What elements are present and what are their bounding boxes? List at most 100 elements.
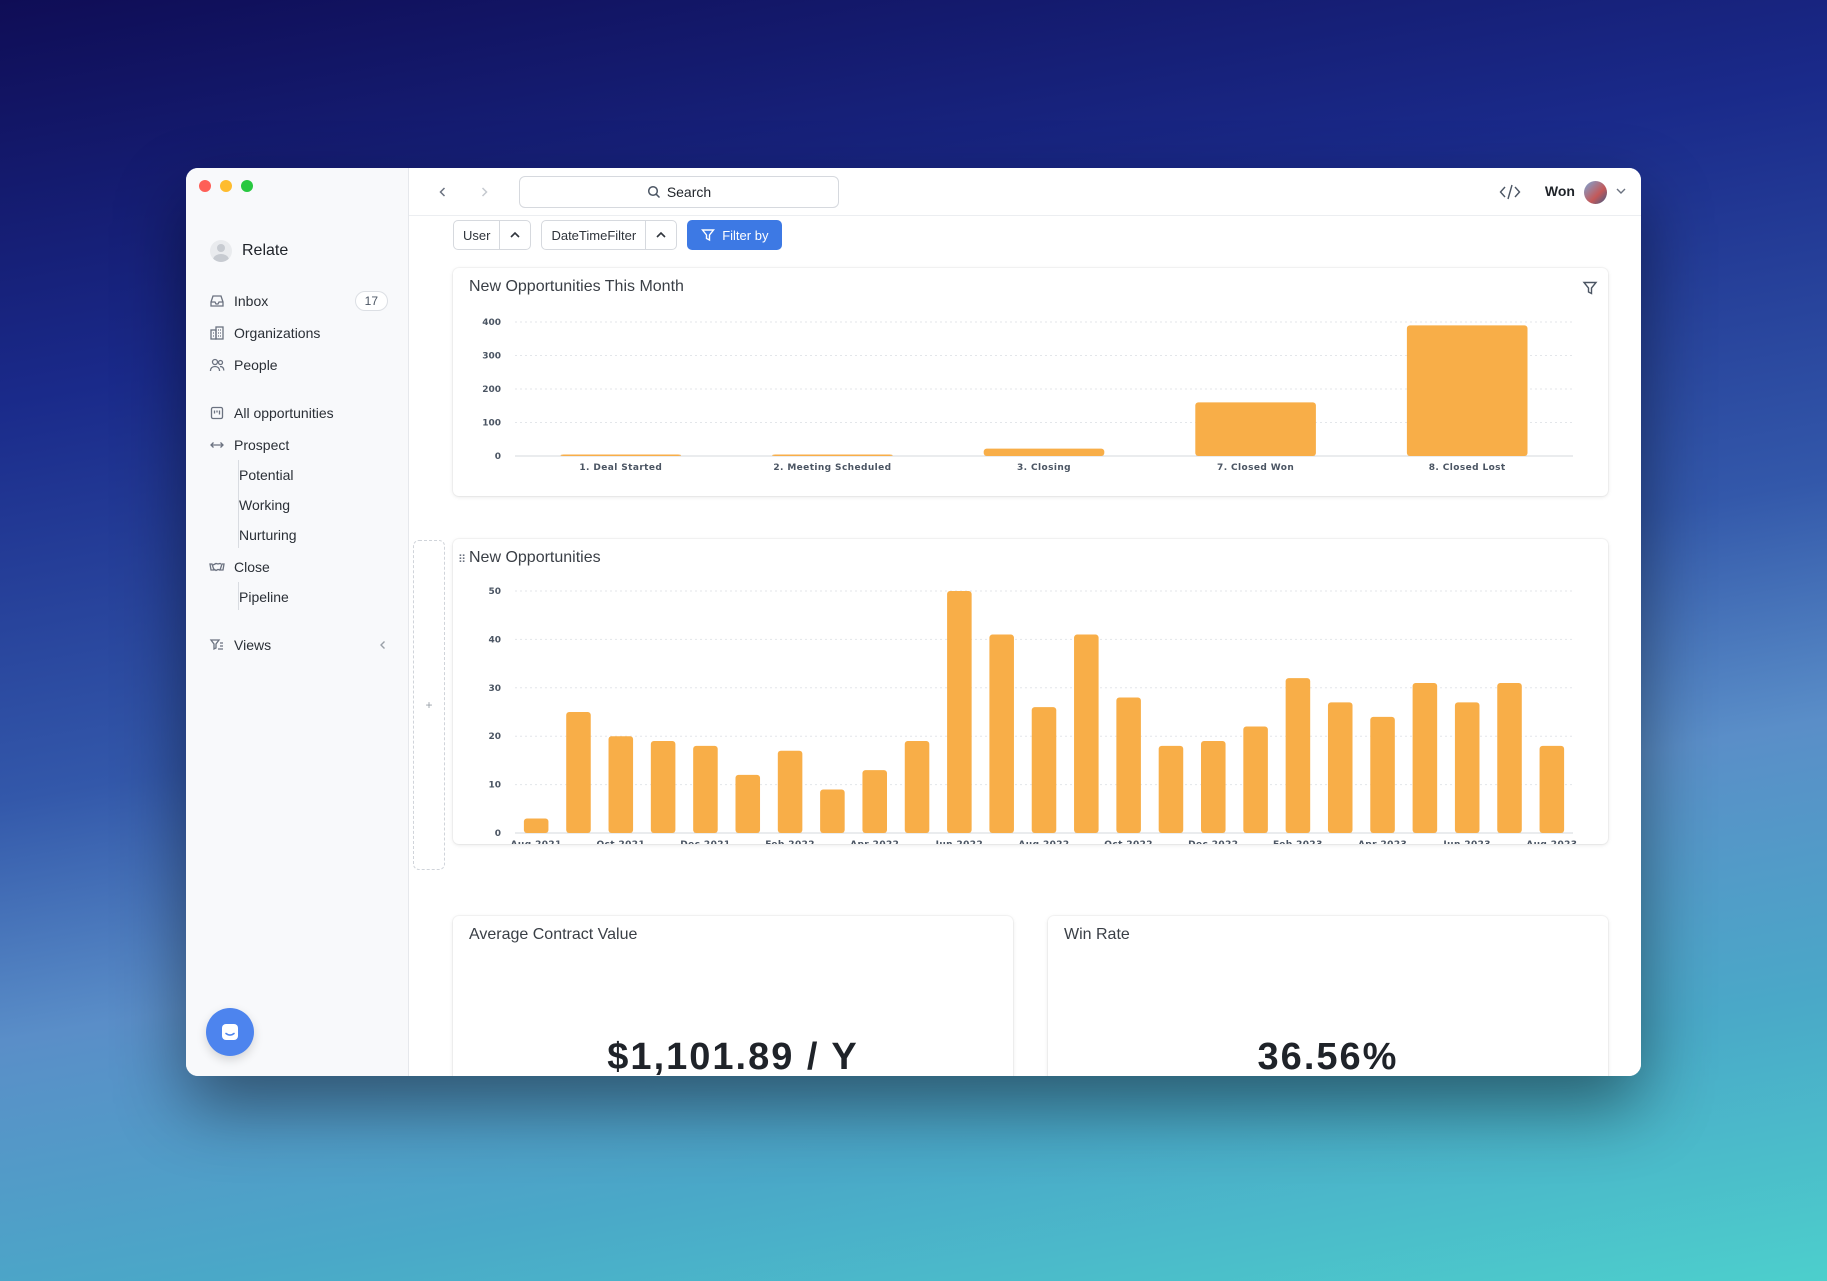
bar[interactable] [777,750,803,833]
x-tick-label: Feb 2022 [765,840,815,844]
bar[interactable] [1074,634,1099,833]
main-content: Search Won User DateTimeFilter Filter by… [409,168,1641,1076]
x-tick-label: Aug 2022 [1018,840,1069,844]
views-filter-icon [208,636,226,654]
workspace-name: Relate [242,242,289,259]
sidebar-item-people[interactable]: People [208,352,388,378]
x-tick-label: Dec 2021 [680,840,730,844]
bar[interactable] [693,745,718,833]
y-tick-label: 100 [482,419,501,429]
bar[interactable] [1497,682,1522,833]
y-tick-label: 20 [488,732,501,742]
y-tick-label: 400 [482,318,501,328]
bar[interactable] [820,789,845,833]
maximize-window-button[interactable] [241,180,253,192]
code-icon[interactable] [1499,182,1521,202]
sidebar-item-all-opportunities[interactable]: All opportunities [208,400,388,426]
card-title: Win Rate [1064,926,1130,943]
bar[interactable] [650,741,676,833]
bar[interactable] [989,634,1014,833]
bar[interactable] [1195,402,1316,456]
bar[interactable] [735,774,761,833]
datetime-filter-toggle[interactable] [646,221,676,249]
close-window-button[interactable] [199,180,211,192]
x-tick-label: 2. Meeting Scheduled [773,463,891,473]
x-tick-label: 3. Closing [1017,463,1071,473]
opportunities-icon [208,404,226,422]
handshake-icon [208,558,226,576]
forward-button[interactable] [474,182,494,202]
bar[interactable] [947,591,972,833]
bar[interactable] [1412,682,1438,833]
chevron-down-icon[interactable] [1615,185,1627,197]
bar[interactable] [1243,726,1268,833]
y-tick-label: 200 [482,385,501,395]
funnel-icon [701,229,716,242]
x-tick-label: Apr 2022 [850,840,899,844]
user-filter-toggle[interactable] [500,221,530,249]
user-filter-label[interactable]: User [454,221,501,249]
search-label: Search [666,184,712,200]
bar[interactable] [772,454,893,457]
sidebar: Relate Inbox 17 Organizations People All… [186,168,409,1076]
sidebar-item-views[interactable]: Views [208,632,388,658]
x-tick-label: Aug 2021 [511,840,562,844]
workspace-switcher[interactable]: Relate [210,240,288,262]
chevron-left-icon[interactable] [378,637,388,653]
bar[interactable] [1454,702,1480,833]
search-input[interactable]: Search [519,176,839,208]
bar[interactable] [608,736,634,833]
bar[interactable] [904,741,930,833]
bar[interactable] [560,454,682,457]
chevron-left-icon [439,187,446,197]
x-tick-label: Apr 2023 [1358,840,1407,844]
top-bar: Search Won [409,168,1641,216]
y-tick-label: 40 [488,635,501,645]
workspace-avatar [210,240,232,262]
sidebar-item-potential[interactable]: Potential [239,462,293,488]
app-window: Relate Inbox 17 Organizations People All… [186,168,1641,1076]
sidebar-item-organizations[interactable]: Organizations [208,320,388,346]
x-tick-label: Aug 2023 [1526,840,1577,844]
datetime-filter[interactable]: DateTimeFilter [541,220,678,250]
bar[interactable] [1285,678,1311,833]
sidebar-item-pipeline[interactable]: Pipeline [239,584,289,610]
x-tick-label: Feb 2023 [1273,840,1323,844]
sidebar-item-close[interactable]: Close [208,554,388,580]
filter-by-button[interactable]: Filter by [687,220,783,250]
bar[interactable] [1370,716,1395,833]
bar[interactable] [566,712,591,833]
chat-launcher-button[interactable] [206,1008,254,1056]
sidebar-item-prospect[interactable]: Prospect [208,432,388,458]
bar[interactable] [1327,702,1353,833]
x-tick-label: Oct 2022 [1104,840,1153,844]
add-widget-dropzone[interactable]: + [413,540,445,870]
bar[interactable] [862,770,887,833]
minimize-window-button[interactable] [220,180,232,192]
people-icon [208,356,226,374]
y-tick-label: 30 [488,684,501,694]
bar[interactable] [983,448,1105,456]
sidebar-item-working[interactable]: Working [239,492,290,518]
sidebar-item-label: Views [234,637,272,653]
bar[interactable] [1539,745,1565,833]
sidebar-item-nurturing[interactable]: Nurturing [239,522,297,548]
bar[interactable] [1031,707,1057,833]
x-tick-label: Jun 2022 [935,840,984,844]
x-tick-label: 7. Closed Won [1217,463,1294,473]
sidebar-item-label: Organizations [234,325,321,341]
user-name[interactable]: Won [1545,183,1575,199]
sidebar-item-inbox[interactable]: Inbox 17 [208,288,388,314]
datetime-filter-label[interactable]: DateTimeFilter [542,221,647,249]
user-avatar[interactable] [1584,181,1607,204]
building-icon [208,324,226,342]
bar[interactable] [1116,697,1141,833]
x-tick-label: Dec 2022 [1188,840,1238,844]
bar[interactable] [1201,741,1226,833]
bar[interactable] [1406,325,1528,456]
bar[interactable] [523,818,549,833]
metric-card-average-contract-value: Average Contract Value $1,101.89 / Y [453,916,1013,1076]
user-filter[interactable]: User [453,220,532,250]
bar[interactable] [1158,745,1184,833]
back-button[interactable] [433,182,453,202]
